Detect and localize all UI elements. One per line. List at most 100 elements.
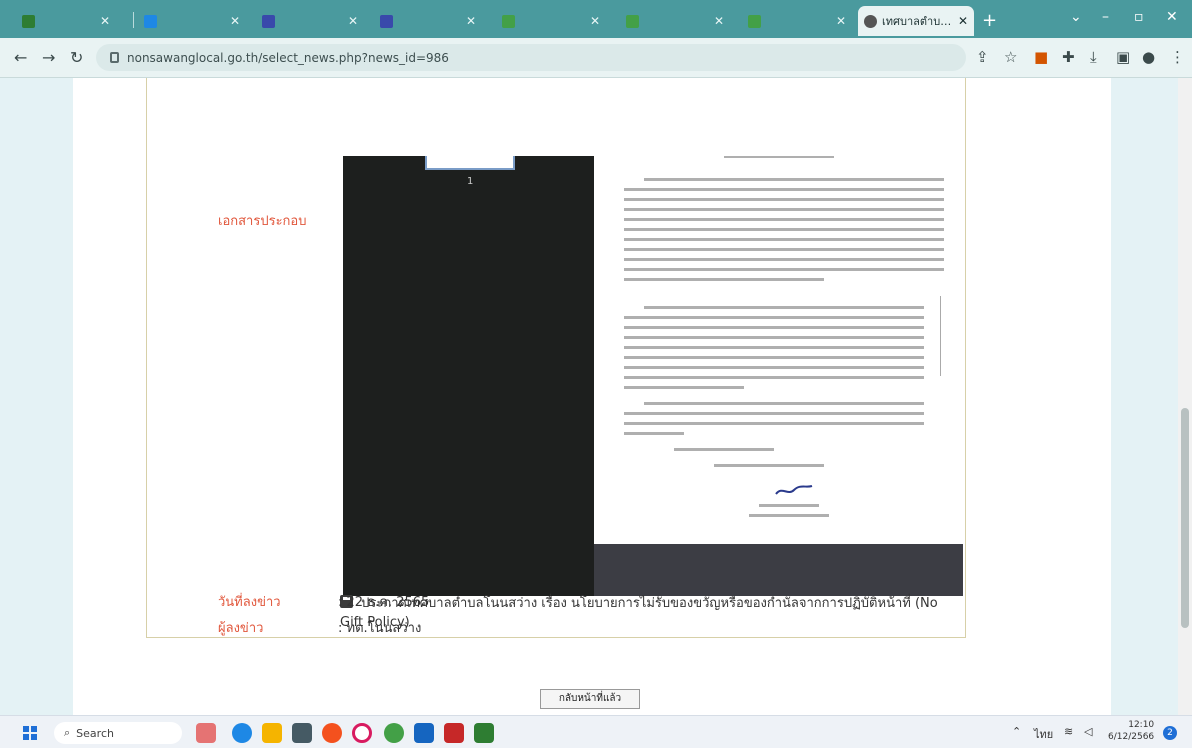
acrobat-icon[interactable] <box>444 723 464 743</box>
taskbar: ⌕ Search ⌃ ไทย ≋ ◁ 12:10 6/12/2566 2 <box>0 715 1192 748</box>
text-line <box>624 422 924 425</box>
word-icon[interactable] <box>414 723 434 743</box>
new-tab-icon[interactable]: + <box>982 10 997 31</box>
widget-icon[interactable] <box>196 723 216 743</box>
chrome-app-icon[interactable] <box>474 723 494 743</box>
tab-6-close-icon[interactable]: ✕ <box>714 14 724 28</box>
scrollbar-thumb[interactable] <box>1181 408 1189 628</box>
signature <box>775 485 813 495</box>
active-tab-close-icon[interactable]: ✕ <box>958 14 968 28</box>
tab-7[interactable]: ✕ <box>742 6 852 36</box>
tab-3-favicon-icon <box>262 14 275 28</box>
text-line <box>724 156 834 158</box>
back-arrow-icon[interactable]: ← <box>14 48 27 67</box>
maximize-icon[interactable]: ▫ <box>1134 9 1144 25</box>
profile-avatar-icon[interactable]: ● <box>1142 48 1155 66</box>
document-viewer[interactable]: 1 <box>343 156 963 596</box>
taskbar-search[interactable]: ⌕ Search <box>54 722 182 744</box>
volume-icon[interactable]: ◁ <box>1084 725 1092 738</box>
bookmark-star-icon[interactable]: ☆ <box>1004 48 1017 66</box>
browser-toolbar: ← → ↻ nonsawanglocal.go.th/select_news.p… <box>0 38 1192 78</box>
menu-kebab-icon[interactable]: ⋮ <box>1170 48 1185 66</box>
text-line <box>624 316 924 319</box>
text-line <box>749 514 829 517</box>
tray-chevron-icon[interactable]: ⌃ <box>1012 725 1021 738</box>
reload-icon[interactable]: ↻ <box>70 48 83 67</box>
page-edge-rule <box>940 296 941 376</box>
address-bar[interactable]: nonsawanglocal.go.th/select_news.php?new… <box>96 44 966 71</box>
text-line <box>644 402 924 405</box>
tab-4[interactable]: ✕ <box>374 6 482 36</box>
wifi-icon[interactable]: ≋ <box>1064 725 1073 738</box>
lock-icon <box>110 52 119 63</box>
tab-2-close-icon[interactable]: ✕ <box>230 14 240 28</box>
extension-icon[interactable]: ■ <box>1034 48 1048 66</box>
search-placeholder: Search <box>76 726 114 740</box>
text-line <box>624 228 944 231</box>
download-icon[interactable]: ⤓ <box>1090 48 1097 66</box>
text-line <box>624 188 944 191</box>
tab-1[interactable]: ✕ <box>16 6 116 36</box>
tab-6-favicon-icon <box>626 14 639 28</box>
active-tab-title: เทศบาลตำบลโน <box>882 15 953 28</box>
document-caption[interactable]: ประกาศเทศบาลตำบลโนนสว่าง เรื่อง นโยบายกา… <box>340 594 950 632</box>
share-icon[interactable]: ⇪ <box>976 48 989 66</box>
tab-strip: ✕ ✕ ✕ ✕ ✕ ✕ ✕ เทศบาลตำบลโน ✕ + ⌄ – ▫ ✕ <box>0 0 1192 38</box>
text-line <box>624 386 744 389</box>
tab-5-close-icon[interactable]: ✕ <box>590 14 600 28</box>
tab-2[interactable]: ✕ <box>138 6 246 36</box>
tab-7-close-icon[interactable]: ✕ <box>836 14 846 28</box>
language-indicator[interactable]: ไทย <box>1034 725 1053 743</box>
tab-search-icon[interactable]: ⌄ <box>1070 9 1082 25</box>
clock-time: 12:10 <box>1128 720 1155 730</box>
document-viewer-footer <box>594 544 963 596</box>
text-line <box>624 198 944 201</box>
author-label: ผู้ลงข่าว <box>218 621 264 636</box>
document-page <box>594 156 963 544</box>
chrome-icon[interactable] <box>384 723 404 743</box>
minimize-icon[interactable]: – <box>1102 9 1109 25</box>
page-number: 1 <box>467 176 474 187</box>
text-line <box>759 504 819 507</box>
clock[interactable]: 12:10 6/12/2566 <box>1108 719 1154 743</box>
text-line <box>674 448 774 451</box>
close-window-icon[interactable]: ✕ <box>1166 9 1178 25</box>
scrollbar[interactable] <box>1178 78 1192 715</box>
text-line <box>644 178 944 181</box>
text-line <box>624 376 924 379</box>
tab-6[interactable]: ✕ <box>620 6 730 36</box>
text-line <box>624 366 924 369</box>
screen: ✕ ✕ ✕ ✕ ✕ ✕ ✕ เทศบาลตำบลโน ✕ + ⌄ – ▫ ✕ ←… <box>0 0 1192 748</box>
tab-3-close-icon[interactable]: ✕ <box>348 14 358 28</box>
text-line <box>624 218 944 221</box>
text-line <box>624 336 924 339</box>
opera-icon[interactable] <box>352 723 372 743</box>
notification-badge[interactable]: 2 <box>1163 726 1177 740</box>
back-button[interactable]: กลับหน้าที่แล้ว <box>540 689 640 709</box>
tab-2-favicon-icon <box>144 14 157 28</box>
date-value: : 22 ธ.ค. 2565 <box>338 595 430 610</box>
search-icon: ⌕ <box>64 726 71 739</box>
tab-5[interactable]: ✕ <box>496 6 606 36</box>
sidepanel-icon[interactable]: ▣ <box>1116 48 1130 66</box>
text-line <box>624 208 944 211</box>
tab-3[interactable]: ✕ <box>256 6 364 36</box>
calculator-icon[interactable] <box>292 723 312 743</box>
windows-start-icon[interactable] <box>23 726 37 740</box>
date-label: วันที่ลงข่าว <box>218 595 281 610</box>
file-explorer-icon[interactable] <box>262 723 282 743</box>
attachment-label: เอกสารประกอบ <box>218 214 307 229</box>
previous-page-thumbnail[interactable] <box>425 156 515 170</box>
text-line <box>714 464 824 467</box>
edge-browser-icon[interactable] <box>232 723 252 743</box>
text-line <box>624 356 924 359</box>
text-line <box>624 346 924 349</box>
tab-active[interactable]: เทศบาลตำบลโน ✕ <box>858 6 974 36</box>
tab-4-close-icon[interactable]: ✕ <box>466 14 476 28</box>
tab-separator <box>133 12 134 28</box>
puzzle-icon[interactable]: ✚ <box>1062 48 1075 66</box>
forward-arrow-icon[interactable]: → <box>42 48 55 67</box>
tab-1-close-icon[interactable]: ✕ <box>100 14 110 28</box>
firefox-icon[interactable] <box>322 723 342 743</box>
text-line <box>624 326 924 329</box>
